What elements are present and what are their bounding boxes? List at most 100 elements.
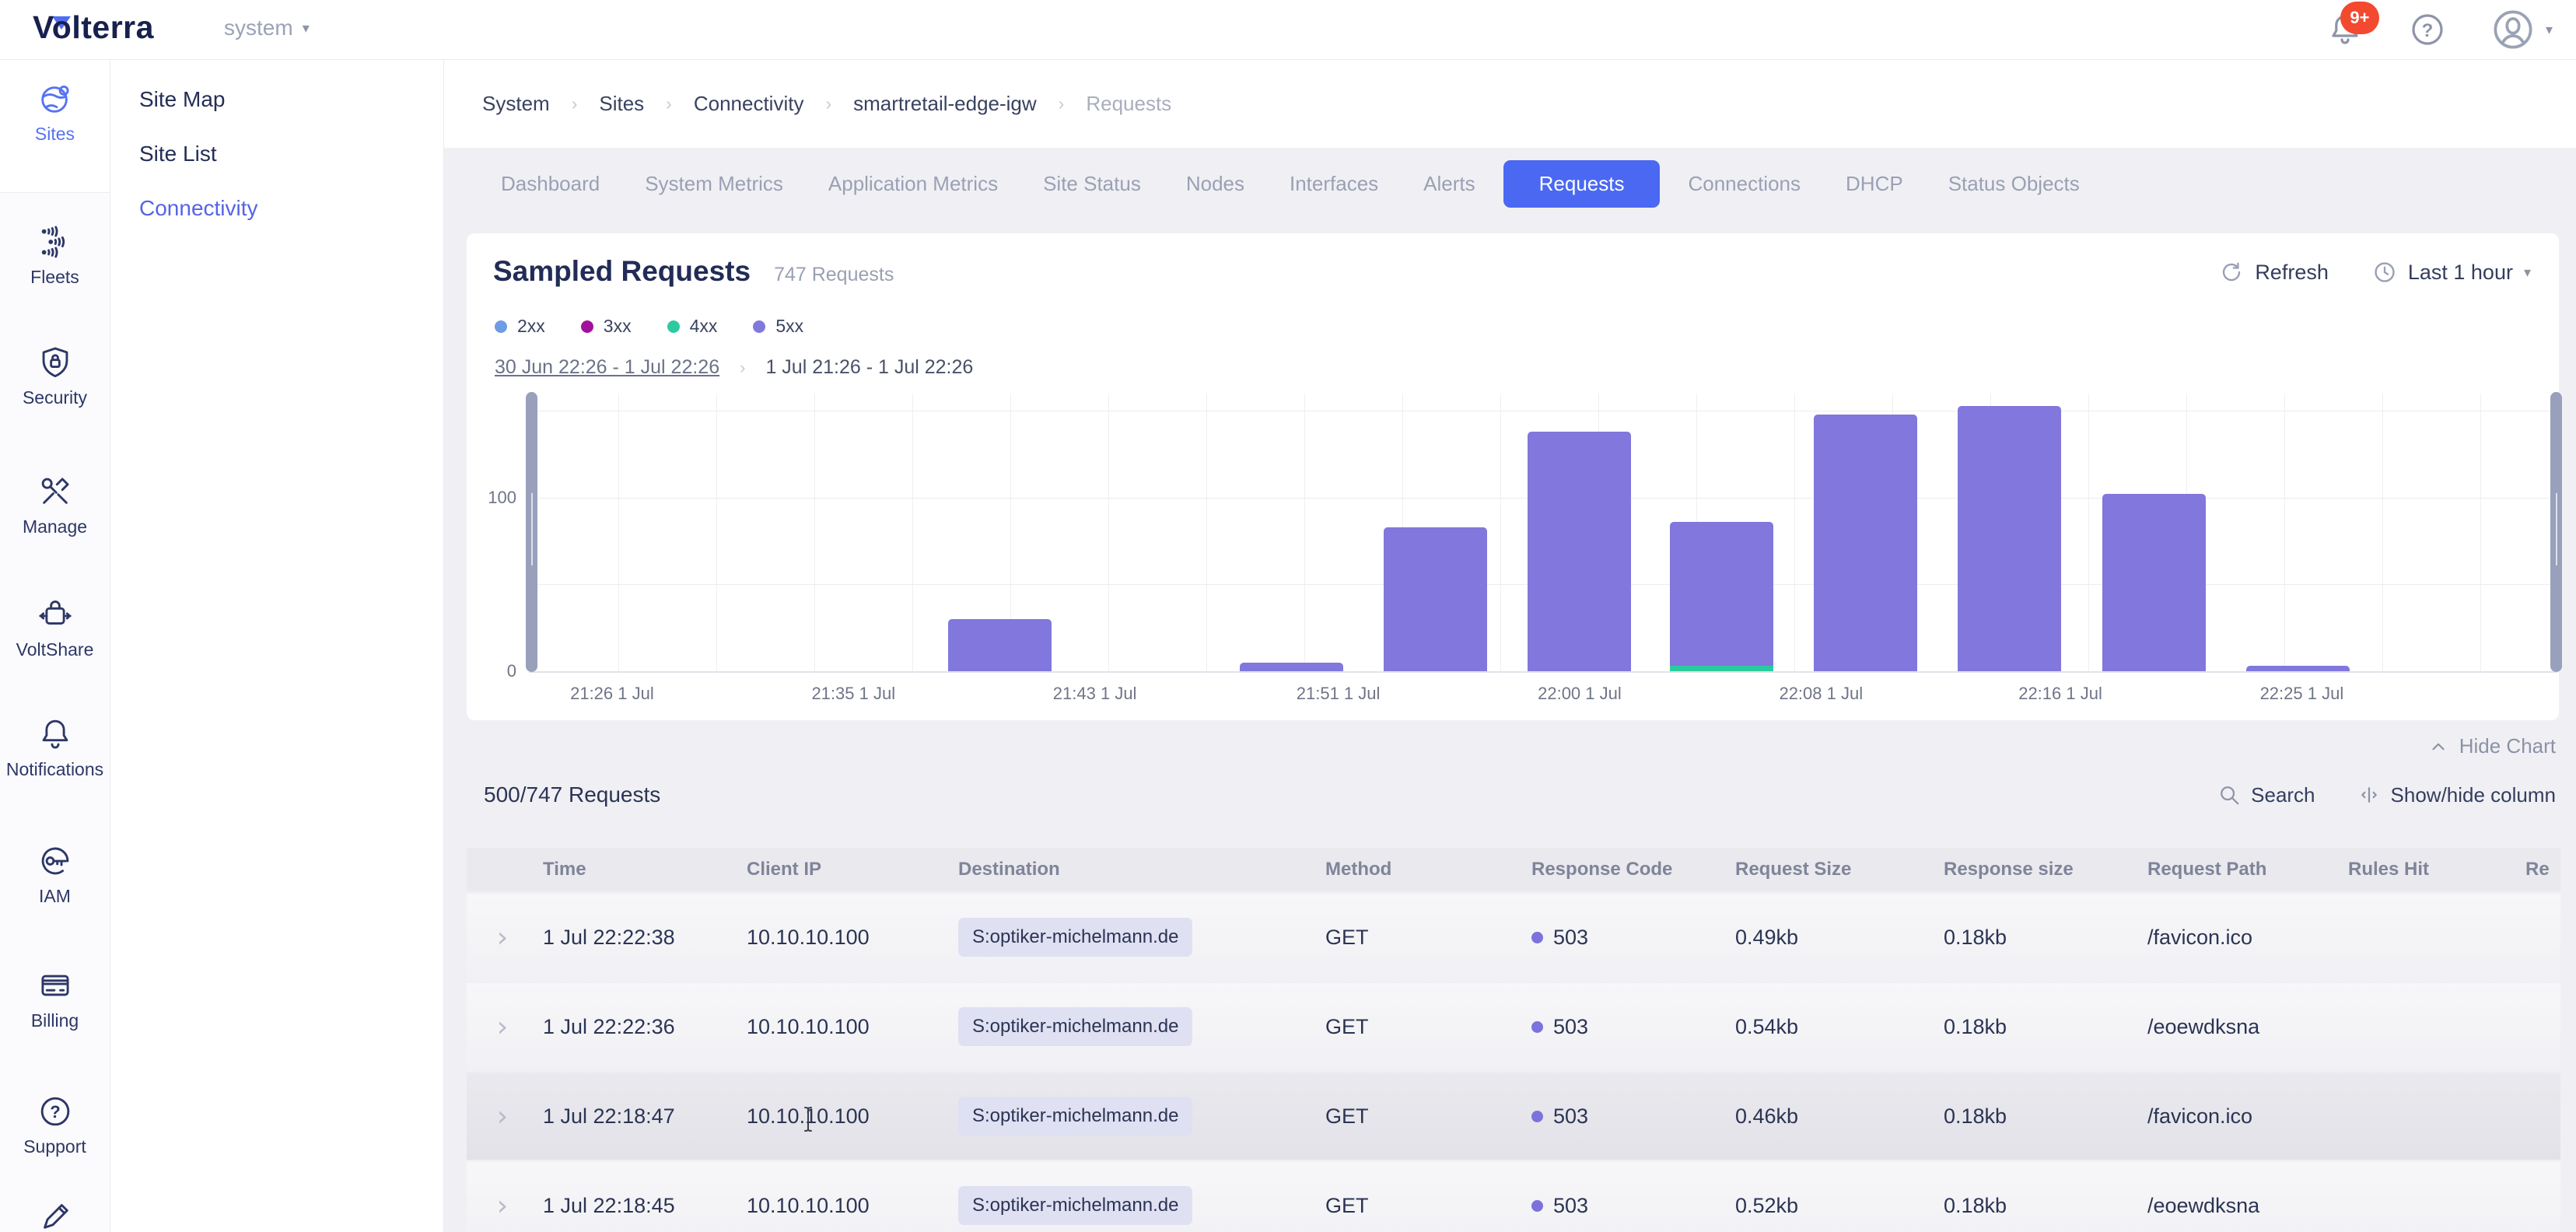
tab-status-objects[interactable]: Status Objects: [1931, 161, 2097, 207]
sidebar-item-partial[interactable]: [0, 1196, 110, 1232]
help-button[interactable]: ?: [2409, 11, 2446, 48]
legend-label: 3xx: [604, 316, 632, 337]
destination-badge[interactable]: S:optiker-michelmann.de: [958, 918, 1192, 957]
x-axis-label: 21:26 1 Jul: [570, 684, 654, 704]
tab-site-status[interactable]: Site Status: [1026, 161, 1158, 207]
legend-item-5xx[interactable]: 5xx: [753, 316, 803, 337]
sidebar-item-voltshare[interactable]: VoltShare: [0, 597, 110, 660]
breadcrumb-bar: System›Sites›Connectivity›smartretail-ed…: [443, 59, 2576, 148]
cell-client-ip: 10.10.10.100: [742, 1015, 954, 1039]
tab-nodes[interactable]: Nodes: [1169, 161, 1262, 207]
breadcrumb-item-sites[interactable]: Sites: [599, 92, 644, 116]
tab-alerts[interactable]: Alerts: [1406, 161, 1492, 207]
cell-response-code: 503: [1527, 1015, 1731, 1039]
table-header-re[interactable]: Re: [2521, 859, 2560, 880]
legend-item-2xx[interactable]: 2xx: [495, 316, 545, 337]
table-header-request-path[interactable]: Request Path: [2143, 859, 2343, 880]
tenant-selector[interactable]: system ▾: [224, 16, 310, 40]
chart-controls: Refresh Last 1 hour ▾: [2219, 260, 2531, 285]
bar-22-05-1-Jul-4xx: [1670, 666, 1773, 671]
cell-request-path: /eoewdksna: [2143, 1194, 2343, 1218]
row-expander-icon[interactable]: ›: [497, 922, 508, 954]
chart-brush-handle-left[interactable]: [526, 392, 537, 672]
table-header-method[interactable]: Method: [1321, 859, 1527, 880]
legend-dot-icon: [667, 320, 680, 333]
breadcrumb-item-system[interactable]: System: [482, 92, 550, 116]
search-button[interactable]: Search: [2217, 783, 2315, 807]
table-header-response-code[interactable]: Response Code: [1527, 859, 1731, 880]
cell-time: 1 Jul 22:22:36: [538, 1015, 742, 1039]
sidebar-item-notifications[interactable]: Notifications: [0, 716, 110, 780]
legend-item-4xx[interactable]: 4xx: [667, 316, 718, 337]
table-header-rules-hit[interactable]: Rules Hit: [2343, 859, 2521, 880]
volterra-logo[interactable]: Volterra: [33, 9, 154, 46]
tab-application-metrics[interactable]: Application Metrics: [811, 161, 1015, 207]
time-range-dropdown[interactable]: Last 1 hour ▾: [2372, 260, 2531, 285]
table-row[interactable]: › 1 Jul 22:22:3610.10.10.100S:optiker-mic…: [467, 983, 2560, 1070]
gridline-vertical: [1794, 394, 1795, 671]
chevron-down-icon: ▾: [2546, 22, 2553, 38]
cell-destination: S:optiker-michelmann.de: [954, 1097, 1321, 1136]
user-menu[interactable]: ▾: [2491, 8, 2553, 51]
table-header-destination[interactable]: Destination: [954, 859, 1321, 880]
key-icon: [37, 843, 73, 879]
x-axis-label: 21:35 1 Jul: [811, 684, 895, 704]
table-toolbar: 500/747 Requests Search Show/hide column: [484, 778, 2556, 812]
legend-dot-icon: [753, 320, 765, 333]
table-row[interactable]: ›1 Jul 22:18:4710.10.10.100S:optiker-mic…: [467, 1073, 2560, 1160]
cell-destination: S:optiker-michelmann.de: [954, 918, 1321, 957]
cell-response-size: 0.18kb: [1939, 1104, 2143, 1129]
sidebar-item-sites[interactable]: Sites: [0, 81, 110, 145]
row-expander-icon[interactable]: ›: [497, 1101, 508, 1132]
row-expander-icon[interactable]: ›: [497, 1011, 508, 1043]
gridline-vertical: [618, 394, 619, 671]
range-history-link[interactable]: 30 Jun 22:26 - 1 Jul 22:26: [495, 356, 719, 379]
refresh-button[interactable]: Refresh: [2219, 260, 2329, 285]
tab-interfaces[interactable]: Interfaces: [1272, 161, 1395, 207]
bar-22-05-1-Jul-5xx: [1670, 522, 1773, 666]
response-code-value: 503: [1553, 1104, 1588, 1129]
cell-method: GET: [1321, 1015, 1527, 1039]
table-row[interactable]: ›1 Jul 22:18:4510.10.10.100S:optiker-mic…: [467, 1162, 2560, 1232]
row-expander-icon[interactable]: ›: [497, 1190, 508, 1222]
sidebar-item-site-map[interactable]: Site Map: [139, 87, 226, 112]
sidebar-item-fleets[interactable]: Fleets: [0, 224, 110, 288]
sidebar-item-security[interactable]: Security: [0, 345, 110, 408]
tab-dhcp[interactable]: DHCP: [1829, 161, 1920, 207]
table-header-client-ip[interactable]: Client IP: [742, 859, 954, 880]
notifications-bell-button[interactable]: 9+: [2326, 11, 2364, 48]
sidebar-item-site-list[interactable]: Site List: [139, 142, 217, 166]
credit-card-icon: [37, 968, 73, 1003]
sidebar-item-billing[interactable]: Billing: [0, 968, 110, 1031]
table-header-response-size[interactable]: Response size: [1939, 859, 2143, 880]
sidebar-item-manage[interactable]: Manage: [0, 474, 110, 537]
tab-dashboard[interactable]: Dashboard: [484, 161, 617, 207]
tab-requests[interactable]: Requests: [1503, 160, 1661, 208]
sidebar-item-label: Notifications: [6, 759, 103, 780]
destination-badge[interactable]: S:optiker-michelmann.de: [958, 1097, 1192, 1136]
destination-badge[interactable]: S:optiker-michelmann.de: [958, 1186, 1192, 1225]
avatar: [2491, 8, 2535, 51]
chart-brush-handle-right[interactable]: [2550, 392, 2562, 672]
time-range-label: Last 1 hour: [2408, 261, 2513, 285]
breadcrumb-item-connectivity[interactable]: Connectivity: [694, 92, 804, 116]
x-axis-label: 21:51 1 Jul: [1297, 684, 1381, 704]
sidebar-item-connectivity[interactable]: Connectivity: [139, 196, 258, 221]
tab-system-metrics[interactable]: System Metrics: [628, 161, 800, 207]
sidebar-item-iam[interactable]: IAM: [0, 843, 110, 907]
app-root: Volterra system ▾ 9+ ? ▾ Sites Fleets Secu…: [0, 0, 2576, 1232]
destination-badge[interactable]: S:optiker-michelmann.de: [958, 1007, 1192, 1046]
sidebar-item-support[interactable]: ?Support: [0, 1094, 110, 1157]
tab-connections[interactable]: Connections: [1671, 161, 1818, 207]
table-header-time[interactable]: Time: [538, 859, 742, 880]
hide-chart-button[interactable]: Hide Chart: [2428, 734, 2556, 758]
sidebar-item-label: Sites: [35, 124, 75, 145]
hide-chart-label: Hide Chart: [2459, 734, 2556, 758]
topbar-actions: 9+ ? ▾: [2326, 0, 2553, 59]
table-header-request-size[interactable]: Request Size: [1731, 859, 1939, 880]
response-code-value: 503: [1553, 1015, 1588, 1039]
show-hide-column-button[interactable]: Show/hide column: [2357, 783, 2556, 807]
table-row[interactable]: ›1 Jul 22:22:3810.10.10.100S:optiker-mic…: [467, 894, 2560, 981]
breadcrumb-item-smartretail-edge-igw[interactable]: smartretail-edge-igw: [853, 92, 1037, 116]
legend-item-3xx[interactable]: 3xx: [581, 316, 632, 337]
